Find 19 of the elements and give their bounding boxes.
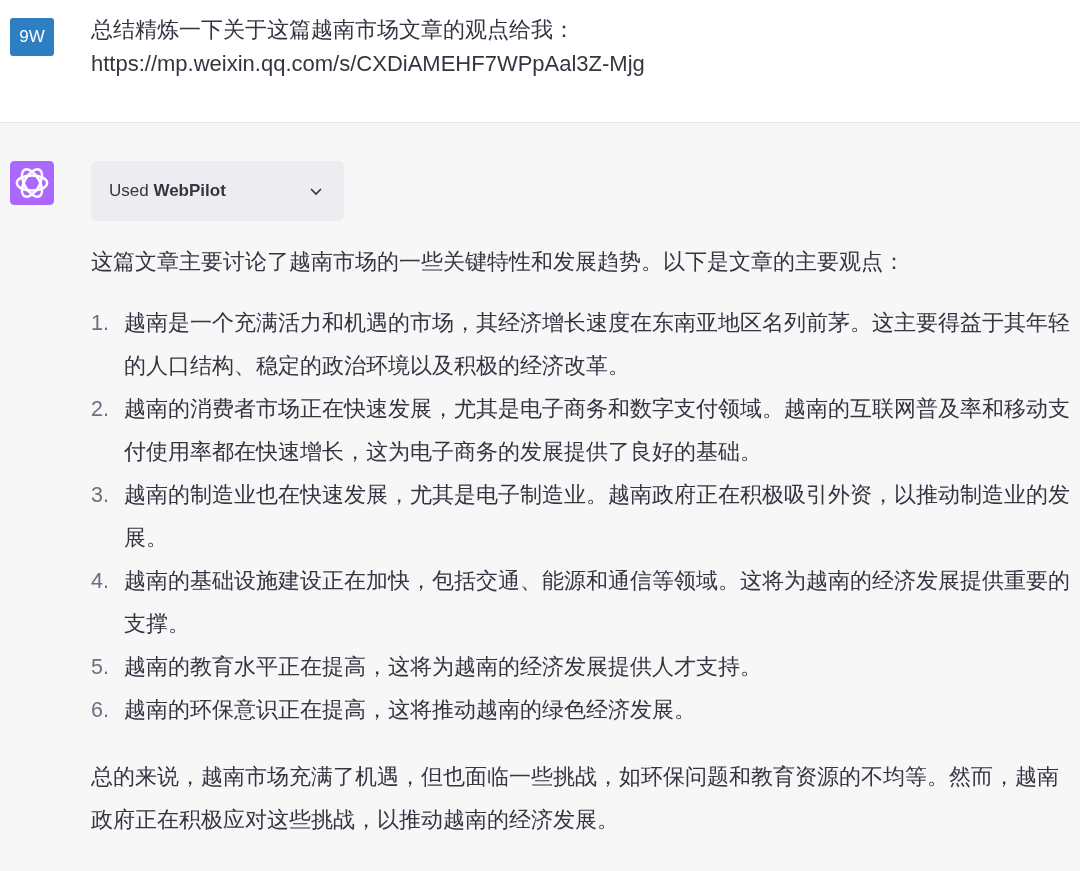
answer-paragraph: 这篇文章主要讨论了越南市场的一些关键特性和发展趋势。以下是文章的主要观点：: [91, 249, 906, 276]
list-item-text: 越南的制造业也在快速发展，尤其是电子制造业。越南政府正在积极吸引外资，以推动制造业的发展。: [124, 482, 1071, 552]
list-item-text: 越南的基础设施建设正在加快，包括交通、能源和通信等领域。这将为越南的经济发展提供重要的支撑。: [124, 568, 1071, 638]
list-item-text: 越南的消费者市场正在快速发展，尤其是电子商务和数字支付领域。越南的互联网普及率和移动支付使用率都在快速增长，这为电子商务的发展提供了良好的基础。: [124, 396, 1071, 466]
list-number: 5.: [91, 654, 110, 681]
list-item-text: 越南是一个充满活力和机遇的市场，其经济增长速度在东南亚地区名列前茅。这主要得益于其年轻的人口结构、稳定的政治环境以及积极的经济改革。: [124, 310, 1071, 380]
list-item-text: 越南的环保意识正在提高，这将推动越南的绿色经济发展。: [124, 697, 697, 724]
answer-paragraph: 总的来说，越南市场充满了机遇，但也面临一些挑战，如环保问题和教育资源的不均等。然而，越南政府正在积极应对这些挑战，以推动越南的经济发展。: [91, 764, 1060, 834]
list-number: 1.: [91, 310, 110, 337]
list-item-text: 越南的教育水平正在提高，这将为越南的经济发展提供人才支持。: [124, 654, 763, 681]
plugin-toggle[interactable]: Used WebPilot: [91, 161, 344, 221]
user-avatar: 9W: [10, 18, 54, 56]
list-number: 2.: [91, 396, 110, 423]
list-number: 6.: [91, 697, 110, 724]
list-number: 3.: [91, 482, 110, 509]
list-number: 4.: [91, 568, 110, 595]
message-text: 总结精炼一下关于这篇越南市场文章的观点给我：: [91, 16, 576, 44]
message-text: https://mp.weixin.qq.com/s/CXDiAMEHF7WPpAal3Z-Mjg: [91, 50, 645, 78]
assistant-logo-icon: [10, 161, 54, 205]
